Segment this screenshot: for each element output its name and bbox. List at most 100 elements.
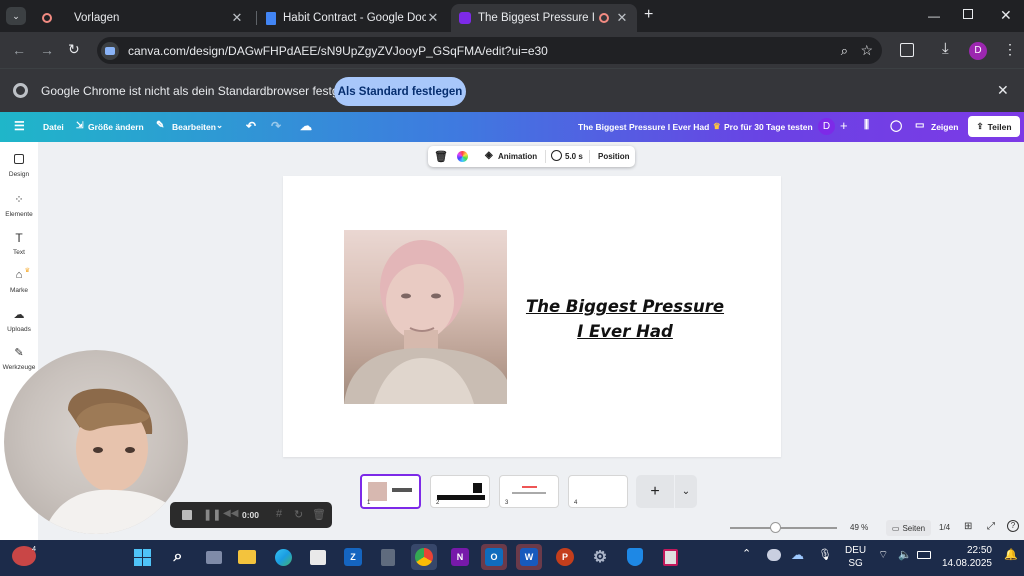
onenote-icon[interactable]: N bbox=[447, 544, 473, 570]
position-button[interactable]: Position bbox=[598, 152, 630, 161]
tab-search-button[interactable]: ⌄ bbox=[6, 7, 26, 25]
search-icon[interactable]: ⌕ bbox=[165, 544, 191, 570]
reload-icon[interactable]: ↻ bbox=[68, 41, 80, 58]
page-thumbnail-2[interactable]: 2 bbox=[430, 475, 490, 508]
analytics-icon[interactable]: ⫼ bbox=[864, 119, 869, 132]
address-bar[interactable]: canva.com/design/DAGwFHPdAEE/sN9UpZgyZVJ… bbox=[97, 37, 882, 64]
minimize-window-icon[interactable]: — bbox=[928, 9, 940, 23]
hamburger-menu-icon[interactable]: ☰ bbox=[14, 119, 25, 133]
chevron-down-icon[interactable]: ⌄ bbox=[216, 120, 223, 131]
share-button[interactable]: ⇪ Teilen bbox=[968, 116, 1020, 137]
extensions-icon[interactable] bbox=[900, 43, 914, 57]
pause-recording-icon[interactable]: ❚❚ bbox=[203, 508, 221, 521]
chrome-taskbar-icon[interactable] bbox=[411, 544, 437, 570]
app-icon-blue[interactable]: Z bbox=[340, 544, 366, 570]
restore-window-icon[interactable] bbox=[963, 9, 973, 19]
document-title[interactable]: The Biggest Pressure I Ever Had bbox=[578, 122, 709, 132]
microsoft-store-icon[interactable] bbox=[305, 544, 331, 570]
powerpoint-icon[interactable]: P bbox=[552, 544, 578, 570]
new-tab-button[interactable]: + bbox=[644, 6, 653, 24]
snipping-tool-icon[interactable] bbox=[657, 544, 683, 570]
zoom-slider-handle[interactable] bbox=[770, 522, 781, 533]
stop-recording-icon[interactable] bbox=[182, 510, 192, 520]
page-thumbnail-4[interactable]: 4 bbox=[568, 475, 628, 508]
profile-avatar[interactable]: D bbox=[969, 42, 987, 60]
microphone-icon[interactable]: 🎙 bbox=[818, 548, 832, 561]
close-tab-icon[interactable]: ✕ bbox=[426, 10, 440, 26]
fullscreen-icon[interactable]: ⤢ bbox=[987, 521, 995, 532]
cloud-saved-icon[interactable]: ☁ bbox=[300, 119, 312, 133]
sidebar-item-brand[interactable]: ⌂ ♛ Marke bbox=[0, 268, 38, 294]
tab-google-docs[interactable]: Habit Contract - Google Docs ✕ bbox=[258, 4, 448, 32]
page-options-chevron-icon[interactable]: ⌄ bbox=[675, 475, 697, 508]
windows-start-icon[interactable] bbox=[129, 544, 155, 570]
download-icon[interactable]: ⤓ bbox=[942, 40, 949, 57]
undo-icon[interactable]: ↶ bbox=[246, 119, 256, 133]
add-page-button[interactable]: + bbox=[636, 475, 674, 508]
sidebar-item-uploads[interactable]: ☁ Uploads bbox=[0, 308, 38, 333]
close-tab-icon[interactable]: ✕ bbox=[230, 10, 244, 26]
bookmark-star-icon[interactable]: ☆ bbox=[860, 42, 873, 59]
language-indicator[interactable]: DEU SG bbox=[845, 544, 866, 570]
comment-icon[interactable]: ◯ bbox=[890, 119, 902, 132]
tab-vorlagen[interactable]: Vorlagen ✕ bbox=[34, 4, 252, 32]
file-explorer-icon[interactable] bbox=[234, 544, 260, 570]
add-collaborator-icon[interactable]: + bbox=[840, 118, 848, 133]
resize-button[interactable]: Größe ändern bbox=[88, 122, 144, 132]
clock[interactable]: 22:50 14.08.2025 bbox=[940, 544, 992, 570]
shield-app-icon[interactable] bbox=[622, 544, 648, 570]
zoom-level[interactable]: 49 % bbox=[850, 523, 868, 532]
notification-bell-icon[interactable]: 🔔 bbox=[1004, 548, 1018, 561]
pages-view-button[interactable]: ▭ Seiten bbox=[886, 520, 931, 536]
page-thumbnail-1[interactable]: 1 bbox=[360, 474, 421, 509]
present-button[interactable]: Zeigen bbox=[931, 122, 958, 132]
rewind-icon[interactable]: ◀◀ bbox=[223, 508, 238, 519]
edit-menu[interactable]: Bearbeiten bbox=[172, 122, 216, 132]
edge-browser-icon[interactable] bbox=[270, 544, 296, 570]
collaborator-avatar[interactable]: D bbox=[818, 118, 835, 135]
back-icon[interactable]: ← bbox=[12, 42, 26, 58]
close-tab-icon[interactable]: ✕ bbox=[615, 10, 629, 26]
grid-view-icon[interactable]: ⊞ bbox=[964, 521, 972, 532]
page-thumbnail-3[interactable]: 3 bbox=[499, 475, 559, 508]
site-info-icon[interactable] bbox=[101, 41, 119, 60]
webcam-settings-icon[interactable]: ✲ bbox=[10, 502, 32, 524]
calculator-icon[interactable] bbox=[375, 544, 401, 570]
sidebar-item-text[interactable]: T Text bbox=[0, 231, 38, 256]
file-menu[interactable]: Datei bbox=[43, 122, 64, 132]
set-default-button[interactable]: Als Standard festlegen bbox=[334, 77, 466, 106]
sidebar-item-elements[interactable]: ⁘ Elemente bbox=[0, 193, 38, 218]
forward-icon[interactable]: → bbox=[40, 42, 54, 58]
grid-icon[interactable]: # bbox=[276, 508, 282, 520]
page-counter[interactable]: 1/4 bbox=[939, 523, 950, 532]
task-view-icon[interactable] bbox=[201, 544, 227, 570]
portrait-photo[interactable] bbox=[344, 230, 507, 404]
color-wheel-icon[interactable] bbox=[457, 151, 468, 162]
animation-button[interactable]: Animation bbox=[498, 152, 537, 161]
slide-title[interactable]: The Biggest Pressure I Ever Had bbox=[520, 294, 730, 344]
weather-widget-icon[interactable]: 4 bbox=[12, 546, 36, 566]
sidebar-item-design[interactable]: Design bbox=[0, 154, 38, 178]
close-window-icon[interactable]: ✕ bbox=[1000, 7, 1012, 24]
pro-trial-button[interactable]: Pro für 30 Tage testen bbox=[724, 122, 813, 132]
outlook-icon[interactable]: O bbox=[481, 544, 507, 570]
delete-recording-icon[interactable]: 🗑 bbox=[312, 508, 326, 521]
tab-canva-design[interactable]: The Biggest Pressure I Ever ✕ bbox=[451, 4, 637, 32]
settings-gear-icon[interactable]: ⚙ bbox=[587, 544, 613, 570]
word-icon[interactable]: W bbox=[516, 544, 542, 570]
zoom-icon[interactable]: ⌕ bbox=[841, 43, 848, 59]
restart-icon[interactable]: ↻ bbox=[294, 508, 303, 521]
zoom-slider-track[interactable] bbox=[730, 527, 837, 529]
help-icon[interactable]: ? bbox=[1007, 520, 1019, 532]
show-hidden-icons-chevron[interactable]: ⌃ bbox=[742, 547, 751, 560]
browser-menu-icon[interactable]: ⋮ bbox=[1003, 41, 1017, 58]
sidebar-item-tools[interactable]: ✎ Werkzeuge bbox=[0, 346, 38, 371]
volume-icon[interactable]: 🔈 bbox=[898, 548, 912, 561]
close-infobar-icon[interactable]: ✕ bbox=[997, 82, 1009, 99]
onedrive-cloud-icon[interactable]: ☁ bbox=[791, 547, 804, 563]
delete-icon[interactable]: 🗑 bbox=[434, 150, 448, 163]
security-tray-icon[interactable] bbox=[767, 549, 781, 561]
wifi-icon[interactable]: ⌔ bbox=[878, 548, 888, 562]
duration-button[interactable]: 5.0 s bbox=[565, 152, 583, 161]
redo-icon[interactable]: ↷ bbox=[271, 119, 281, 133]
